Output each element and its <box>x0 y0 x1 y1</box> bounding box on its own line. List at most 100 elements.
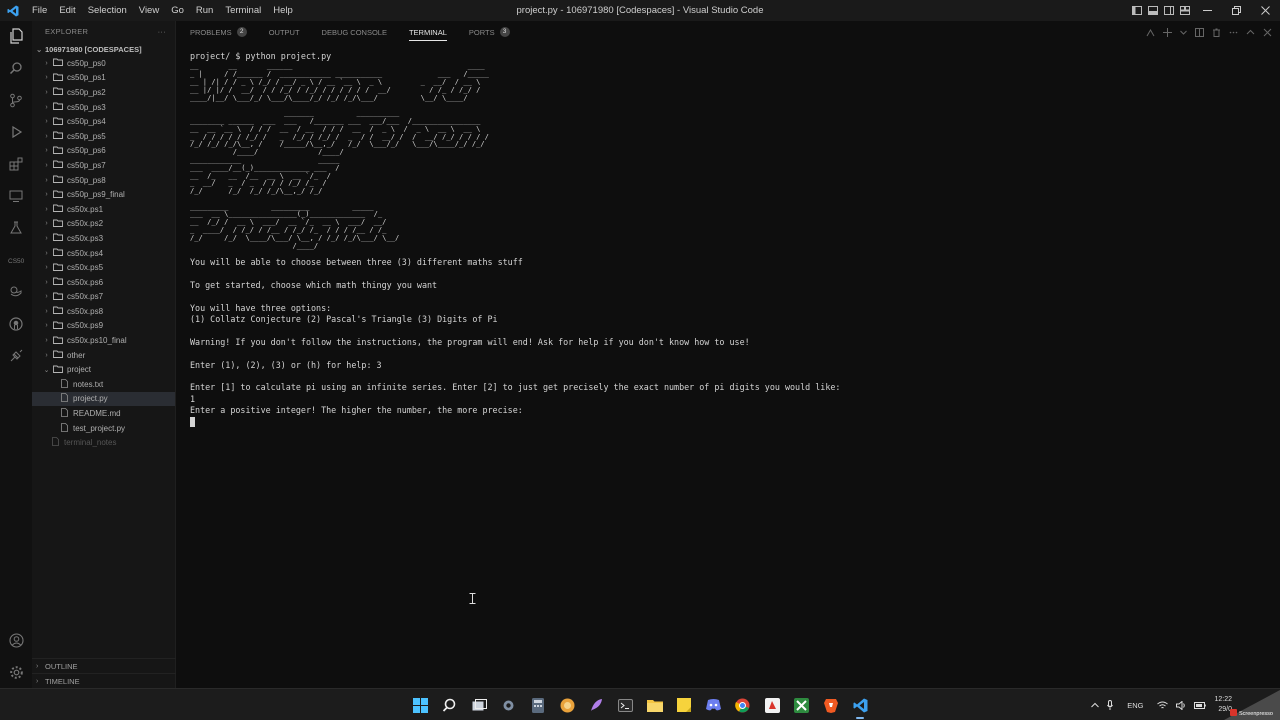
settings-gear-icon[interactable] <box>0 658 32 686</box>
taskbar-vscode-icon[interactable] <box>845 689 874 720</box>
tab-debug-console[interactable]: DEBUG CONSOLE <box>322 21 387 43</box>
microphone-icon[interactable] <box>1103 700 1117 710</box>
explorer-icon[interactable] <box>0 22 32 50</box>
menu-edit[interactable]: Edit <box>53 0 81 21</box>
taskbar-calculator-icon[interactable] <box>523 689 552 720</box>
folder-item[interactable]: › cs50x.ps2 <box>32 217 175 232</box>
taskbar-chrome-icon[interactable] <box>728 689 757 720</box>
file-item[interactable]: project.py <box>32 391 175 407</box>
taskbar-sticky-notes-icon[interactable] <box>670 689 699 720</box>
timeline-section[interactable]: › TIMELINE <box>32 673 176 688</box>
taskbar-browser-edge-icon[interactable] <box>552 689 581 720</box>
maximize-panel-icon[interactable] <box>1246 28 1255 37</box>
taskbar-file-explorer-icon[interactable] <box>640 689 669 720</box>
taskbar-search-icon[interactable] <box>435 689 464 720</box>
minimize-icon[interactable] <box>1193 0 1222 21</box>
duck-debugger-icon[interactable] <box>0 278 32 306</box>
remote-explorer-icon[interactable] <box>0 182 32 210</box>
menu-go[interactable]: Go <box>165 0 190 21</box>
workspace-root[interactable]: ⌄ 106971980 [CODESPACES] <box>32 42 175 56</box>
taskbar-windows-start-icon[interactable] <box>406 689 435 720</box>
tab-ports[interactable]: PORTS 3 <box>469 21 510 43</box>
folder-item[interactable]: › cs50x.ps3 <box>32 231 175 246</box>
folder-item[interactable]: › cs50x.ps4 <box>32 246 175 261</box>
github-icon[interactable] <box>0 310 32 338</box>
folder-item[interactable]: › cs50p_ps3 <box>32 100 175 115</box>
source-control-icon[interactable] <box>0 86 32 114</box>
folder-item[interactable]: › cs50p_ps5 <box>32 129 175 144</box>
close-panel-icon[interactable] <box>1263 28 1272 37</box>
split-terminal-icon[interactable] <box>1146 28 1155 37</box>
tray-overflow-icon[interactable] <box>1087 702 1103 708</box>
restore-icon[interactable] <box>1222 0 1251 21</box>
volume-icon[interactable] <box>1172 700 1190 710</box>
terminal-input-line[interactable] <box>190 416 840 427</box>
folder-item[interactable]: › cs50x.ps9 <box>32 319 175 334</box>
close-icon[interactable] <box>1251 0 1280 21</box>
taskbar-app-green-icon[interactable] <box>787 689 816 720</box>
folder-item[interactable]: › cs50p_ps7 <box>32 158 175 173</box>
folder-item[interactable]: › cs50x.ps5 <box>32 260 175 275</box>
remote-connection-icon[interactable] <box>0 342 32 370</box>
folder-item[interactable]: › cs50p_ps0 <box>32 56 175 71</box>
account-icon[interactable] <box>0 626 32 654</box>
folder-item-project[interactable]: ⌄ project <box>32 362 175 377</box>
menu-selection[interactable]: Selection <box>82 0 133 21</box>
menu-help[interactable]: Help <box>267 0 299 21</box>
tab-output[interactable]: OUTPUT <box>269 21 300 43</box>
folder-item[interactable]: › cs50x.ps1 <box>32 202 175 217</box>
taskbar-settings-icon[interactable] <box>494 689 523 720</box>
more-panel-actions-icon[interactable] <box>1229 28 1238 37</box>
folder-item[interactable]: › cs50x.ps6 <box>32 275 175 290</box>
folder-item[interactable]: › cs50x.ps7 <box>32 290 175 305</box>
menu-run[interactable]: Run <box>190 0 219 21</box>
folder-item[interactable]: › cs50x.ps8 <box>32 304 175 319</box>
new-terminal-icon[interactable] <box>1163 27 1172 37</box>
menu-view[interactable]: View <box>133 0 165 21</box>
split-pane-icon[interactable] <box>1195 27 1204 37</box>
folder-item[interactable]: › cs50p_ps1 <box>32 71 175 86</box>
search-icon[interactable] <box>0 54 32 82</box>
chevron-down-icon: ⌄ <box>36 44 43 54</box>
folder-item[interactable]: › cs50p_ps8 <box>32 173 175 188</box>
testing-icon[interactable] <box>0 214 32 242</box>
folder-item[interactable]: › cs50p_ps4 <box>32 114 175 129</box>
outline-section[interactable]: › OUTLINE <box>32 658 176 673</box>
folder-item[interactable]: › other <box>32 348 175 363</box>
folder-item[interactable]: › cs50x.ps10_final <box>32 333 175 348</box>
file-item[interactable]: test_project.py <box>32 421 175 436</box>
extensions-icon[interactable] <box>0 150 32 178</box>
more-actions-icon[interactable]: ··· <box>158 27 166 36</box>
taskbar-app-red-icon[interactable] <box>758 689 787 720</box>
folder-item[interactable]: › cs50p_ps2 <box>32 85 175 100</box>
chevron-right-icon: › <box>45 88 48 96</box>
toggle-panel-icon[interactable] <box>1145 0 1161 21</box>
cs50-icon[interactable]: CS50 <box>0 246 32 274</box>
taskbar-task-view-icon[interactable] <box>465 689 494 720</box>
tab-terminal[interactable]: TERMINAL <box>408 21 447 43</box>
wifi-icon[interactable] <box>1153 701 1172 709</box>
taskbar-feather-app-icon[interactable] <box>582 689 611 720</box>
run-debug-icon[interactable] <box>0 118 32 146</box>
kill-terminal-icon[interactable] <box>1212 28 1221 37</box>
terminal-output[interactable]: project/ $ python project.py __ __ _____… <box>190 51 840 428</box>
folder-item[interactable]: › cs50p_ps6 <box>32 144 175 159</box>
toggle-secondary-sidebar-icon[interactable] <box>1161 0 1177 21</box>
file-icon <box>61 422 68 434</box>
terminal-dropdown-icon[interactable] <box>1180 28 1187 37</box>
taskbar-brave-icon[interactable] <box>816 689 845 720</box>
menu-terminal[interactable]: Terminal <box>219 0 267 21</box>
language-indicator[interactable]: ENG <box>1117 701 1153 710</box>
taskbar-terminal-icon[interactable] <box>611 689 640 720</box>
taskbar-discord-icon[interactable] <box>699 689 728 720</box>
file-item-dim[interactable]: terminal_notes <box>32 435 175 450</box>
folder-item[interactable]: › cs50p_ps9_final <box>32 187 175 202</box>
tab-label: TERMINAL <box>408 27 447 37</box>
menu-file[interactable]: File <box>26 0 53 21</box>
customize-layout-icon[interactable] <box>1177 0 1193 21</box>
tab-problems[interactable]: PROBLEMS 2 <box>190 21 247 43</box>
file-item[interactable]: README.md <box>32 406 175 421</box>
toggle-sidebar-icon[interactable] <box>1129 0 1145 21</box>
battery-icon[interactable] <box>1190 701 1210 709</box>
file-item[interactable]: notes.txt <box>32 377 175 392</box>
